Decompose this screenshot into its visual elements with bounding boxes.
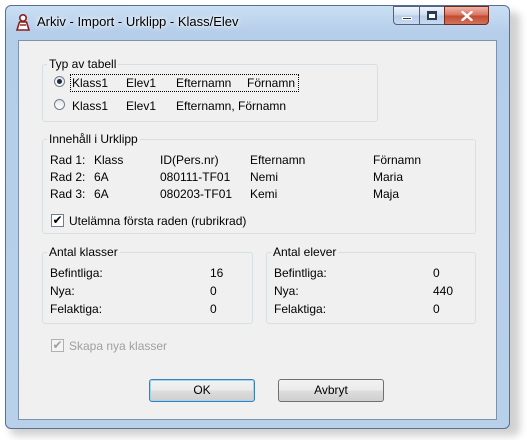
elever-nya-label: Nya:: [274, 284, 299, 298]
option-1-col3[interactable]: Efternamn: [176, 76, 231, 90]
minimize-button[interactable]: [393, 6, 420, 25]
utelamna-checkbox[interactable]: ✔: [51, 214, 64, 227]
antal-klasser-legend: Antal klasser: [49, 245, 118, 259]
radio-option-1[interactable]: [54, 76, 65, 87]
elever-felaktiga-label: Felaktiga:: [274, 302, 327, 316]
row-1-klass: Klass: [94, 153, 124, 167]
row-2-rad: Rad 2:: [50, 170, 86, 184]
antal-elever-legend: Antal elever: [273, 245, 337, 259]
klasser-befintliga-label: Befintliga:: [50, 266, 103, 280]
radio-option-2[interactable]: [54, 99, 65, 110]
row-1-fornamn: Förnamn: [373, 153, 422, 167]
elever-befintliga-label: Befintliga:: [274, 266, 327, 280]
option-2-col2[interactable]: Elev1: [126, 99, 156, 113]
elever-nya-value: 440: [433, 284, 454, 298]
close-button[interactable]: [444, 6, 489, 25]
ok-button[interactable]: OK: [149, 379, 255, 402]
skapa-nya-klasser-label[interactable]: Skapa nya klasser: [69, 339, 167, 353]
row-2-fornamn: Maria: [373, 170, 404, 184]
row-1-id: ID(Pers.nr): [160, 153, 219, 167]
maximize-button[interactable]: [419, 6, 445, 25]
window-title: Arkiv - Import - Urklipp - Klass/Elev: [37, 14, 239, 29]
option-2-col3[interactable]: Efternamn, Förnamn: [176, 99, 286, 113]
row-2-id: 080111-TF01: [160, 170, 231, 184]
maximize-icon: [427, 11, 437, 20]
typ-av-tabell-legend: Typ av tabell: [49, 57, 117, 71]
row-1-efternamn: Efternamn: [250, 153, 306, 167]
row-3-klass: 6A: [94, 187, 109, 201]
row-3-fornamn: Maja: [373, 187, 400, 201]
utelamna-label[interactable]: Utelämna första raden (rubrikrad): [69, 214, 246, 228]
row-3-id: 080203-TF01: [160, 187, 233, 201]
row-1-rad: Rad 1:: [50, 153, 86, 167]
option-1-col2[interactable]: Elev1: [126, 76, 156, 90]
row-2-klass: 6A: [94, 170, 109, 184]
option-1-col4[interactable]: Förnamn: [247, 76, 295, 90]
radio-selected-dot: [57, 79, 62, 84]
option-1-col1[interactable]: Klass1: [72, 76, 108, 90]
elever-felaktiga-value: 0: [433, 302, 440, 316]
row-3-efternamn: Kemi: [250, 187, 278, 201]
avbryt-button[interactable]: Avbryt: [278, 379, 384, 402]
checkmark-icon: ✔: [52, 338, 63, 352]
innehall-legend: Innehåll i Urklipp: [49, 132, 138, 146]
app-icon: [14, 13, 32, 31]
option-2-col1[interactable]: Klass1: [72, 99, 108, 113]
skapa-nya-klasser-checkbox[interactable]: ✔: [51, 339, 64, 352]
row-2-efternamn: Nemi: [250, 170, 279, 184]
klasser-felaktiga-label: Felaktiga:: [50, 302, 103, 316]
checkmark-icon: ✔: [52, 213, 63, 227]
klasser-nya-label: Nya:: [50, 284, 75, 298]
row-3-rad: Rad 3:: [50, 187, 86, 201]
dialog-client-area: Typ av tabell Klass1 Elev1 Efternamn För…: [18, 40, 497, 420]
klasser-befintliga-value: 16: [210, 266, 224, 280]
elever-befintliga-value: 0: [433, 266, 440, 280]
minimize-icon: [402, 17, 412, 20]
dialog-window: Arkiv - Import - Urklipp - Klass/Elev Ty…: [5, 5, 510, 429]
klasser-felaktiga-value: 0: [210, 302, 217, 316]
close-icon: [461, 11, 473, 21]
klasser-nya-value: 0: [210, 284, 217, 298]
